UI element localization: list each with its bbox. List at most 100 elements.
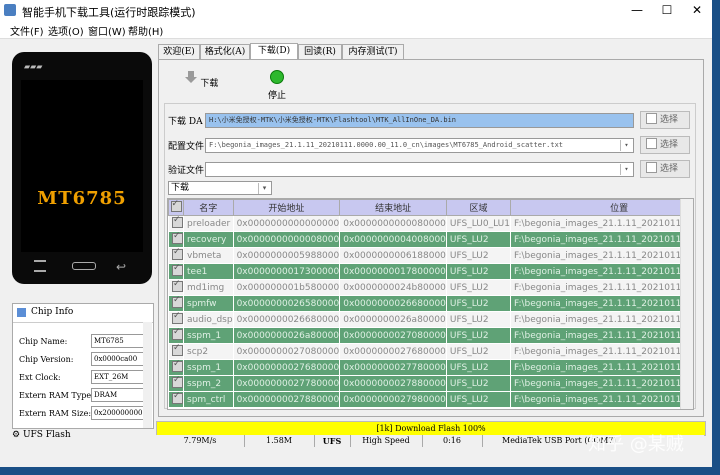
menu-window[interactable]: 窗口(W) bbox=[88, 23, 126, 38]
table-scrollbar[interactable] bbox=[680, 199, 693, 409]
table-row[interactable]: spmfw0x00000000265800000x000000002668000… bbox=[168, 295, 693, 312]
table-row[interactable]: sspm_20x00000000277800000x00000000278800… bbox=[168, 375, 693, 392]
col-end[interactable]: 结束地址 bbox=[339, 199, 447, 216]
table-row[interactable]: scp20x00000000270800000x0000000027680000… bbox=[168, 343, 693, 360]
mode-select[interactable]: 下载 ▾ bbox=[168, 181, 272, 195]
row-checkbox-icon[interactable] bbox=[172, 216, 183, 228]
row-region: UFS_LU2 bbox=[445, 311, 511, 328]
menu-file[interactable]: 文件(F) bbox=[10, 23, 44, 38]
auth-dropdown-icon[interactable]: ▾ bbox=[620, 164, 632, 175]
row-checkbox[interactable] bbox=[168, 263, 184, 280]
row-checkbox[interactable] bbox=[168, 247, 184, 264]
close-button[interactable]: ✕ bbox=[682, 0, 712, 20]
watermark: 知乎 @某贼 bbox=[588, 434, 684, 455]
menu-options[interactable]: 选项(O) bbox=[48, 23, 84, 38]
menu-help[interactable]: 帮助(H) bbox=[128, 23, 163, 38]
table-row[interactable]: preloader0x00000000000000000x00000000000… bbox=[168, 215, 693, 232]
download-button-label: 下载 bbox=[200, 79, 219, 89]
phone-chip-label: MT6785 bbox=[37, 188, 127, 209]
stop-button[interactable]: 停止 bbox=[257, 70, 297, 101]
row-location: F:\begonia_images_21.1.11_20210111.0000.… bbox=[509, 279, 693, 296]
minimize-button[interactable]: — bbox=[622, 0, 652, 20]
row-location: F:\begonia_images_21.1.11_20210111.0000.… bbox=[509, 215, 693, 232]
row-name: sspm_1 bbox=[183, 327, 234, 344]
row-checkbox-icon[interactable] bbox=[172, 328, 183, 340]
tab-memory-test[interactable]: 内存测试(T) bbox=[342, 44, 404, 60]
col-start[interactable]: 开始地址 bbox=[232, 199, 341, 216]
row-location: F:\begonia_images_21.1.11_20210111.0000.… bbox=[509, 343, 693, 360]
row-end-address: 0x0000000027680000 bbox=[339, 343, 447, 360]
row-start-address: 0x0000000000000000 bbox=[232, 215, 341, 232]
row-checkbox-icon[interactable] bbox=[172, 232, 183, 244]
table-row[interactable]: sspm_10x00000000276800000x00000000277800… bbox=[168, 359, 693, 376]
row-checkbox[interactable] bbox=[168, 279, 184, 296]
row-checkbox-icon[interactable] bbox=[172, 360, 183, 372]
row-checkbox-icon[interactable] bbox=[172, 264, 183, 276]
download-button[interactable]: 下载 bbox=[181, 70, 221, 89]
row-checkbox-icon[interactable] bbox=[172, 296, 183, 308]
row-checkbox-icon[interactable] bbox=[172, 248, 183, 260]
col-name[interactable]: 名字 bbox=[183, 199, 234, 216]
table-row[interactable]: spm_ctrl0x00000000278800000x000000002798… bbox=[168, 391, 693, 408]
download-arrow-icon bbox=[184, 71, 197, 83]
col-region[interactable]: 区域 bbox=[445, 199, 511, 216]
table-row[interactable]: vbmeta0x00000000059880000x00000000061880… bbox=[168, 247, 693, 264]
row-start-address: 0x0000000026a80000 bbox=[232, 327, 341, 344]
auth-path-field[interactable]: ▾ bbox=[205, 162, 634, 177]
row-checkbox-icon[interactable] bbox=[172, 280, 183, 292]
row-checkbox[interactable] bbox=[168, 391, 184, 408]
row-start-address: 0x0000000017300000 bbox=[232, 263, 341, 280]
scatter-dropdown-icon[interactable]: ▾ bbox=[620, 140, 632, 151]
maximize-button[interactable]: ☐ bbox=[652, 0, 682, 20]
scatter-select-button[interactable]: 选择 bbox=[640, 136, 690, 154]
row-checkbox[interactable] bbox=[168, 295, 184, 312]
table-row[interactable]: tee10x00000000173000000x0000000017800000… bbox=[168, 263, 693, 280]
mode-dropdown-icon[interactable]: ▾ bbox=[258, 183, 270, 194]
scatter-path-field[interactable]: F:\begonia_images_21.1.11_20210111.0000.… bbox=[205, 138, 634, 153]
row-region: UFS_LU2 bbox=[445, 327, 511, 344]
ram-size-label: Extern RAM Size: bbox=[19, 409, 92, 418]
row-checkbox[interactable] bbox=[168, 327, 184, 344]
row-region: UFS_LU2 bbox=[445, 391, 511, 408]
row-location: F:\begonia_images_21.1.11_20210111.0000.… bbox=[509, 247, 693, 264]
menu-bar: 文件(F) 选项(O) 窗口(W) 帮助(H) bbox=[0, 20, 712, 39]
phone-home-icon bbox=[72, 262, 96, 270]
tab-format[interactable]: 格式化(A) bbox=[200, 44, 250, 60]
row-end-address: 0x0000000026a80000 bbox=[339, 311, 447, 328]
row-checkbox-icon[interactable] bbox=[172, 312, 183, 324]
row-checkbox[interactable] bbox=[168, 231, 184, 248]
row-checkbox[interactable] bbox=[168, 375, 184, 392]
table-row[interactable]: sspm_10x0000000026a800000x00000000270800… bbox=[168, 327, 693, 344]
row-region: UFS_LU2 bbox=[445, 247, 511, 264]
mode-select-value: 下载 bbox=[171, 183, 190, 193]
row-checkbox-icon[interactable] bbox=[172, 392, 183, 404]
row-end-address: 0x0000000027880000 bbox=[339, 375, 447, 392]
row-region: UFS_LU2 bbox=[445, 359, 511, 376]
auth-select-button[interactable]: 选择 bbox=[640, 160, 690, 178]
table-row[interactable]: audio_dsp0x00000000266800000x0000000026a… bbox=[168, 311, 693, 328]
row-checkbox-icon[interactable] bbox=[172, 376, 183, 388]
da-path-field[interactable]: H:\小米免授权-MTK\小米免授权-MTK\Flashtool\MTK_All… bbox=[205, 113, 634, 128]
file-box-icon bbox=[646, 113, 657, 124]
row-checkbox[interactable] bbox=[168, 359, 184, 376]
row-location: F:\begonia_images_21.1.11_20210111.0000.… bbox=[509, 311, 693, 328]
row-name: audio_dsp bbox=[183, 311, 234, 328]
table-row[interactable]: recovery0x00000000000080000x000000000400… bbox=[168, 231, 693, 248]
row-checkbox[interactable] bbox=[168, 215, 184, 232]
row-checkbox[interactable] bbox=[168, 311, 184, 328]
row-checkbox-icon[interactable] bbox=[172, 344, 183, 356]
ufs-flash-section[interactable]: ⚙ UFS Flash bbox=[12, 430, 71, 440]
tab-welcome[interactable]: 欢迎(E) bbox=[158, 44, 200, 60]
progress-text: [1k] Download Flash 100% bbox=[376, 424, 486, 433]
row-region: UFS_LU2 bbox=[445, 295, 511, 312]
select-all-checkbox[interactable] bbox=[170, 199, 182, 212]
table-row[interactable]: md1img0x000000001b5800000x0000000024b800… bbox=[168, 279, 693, 296]
col-location[interactable]: 位置 bbox=[509, 199, 693, 216]
chip-info-scrollbar[interactable] bbox=[143, 322, 152, 428]
row-end-address: 0x0000000004008000 bbox=[339, 231, 447, 248]
da-select-button[interactable]: 选择 bbox=[640, 111, 690, 129]
tab-readback[interactable]: 回读(R) bbox=[298, 44, 342, 60]
row-checkbox[interactable] bbox=[168, 343, 184, 360]
app-icon bbox=[4, 4, 16, 16]
col-check[interactable] bbox=[168, 199, 184, 216]
